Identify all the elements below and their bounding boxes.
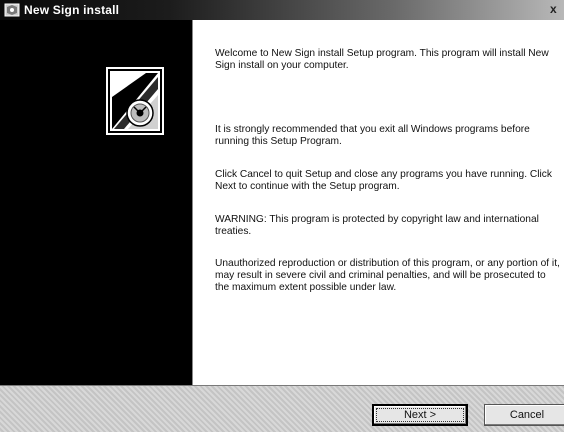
setup-window: New Sign install x Welcome to New Sign i… [0, 0, 564, 432]
title-bar[interactable]: New Sign install x [0, 0, 564, 20]
next-button[interactable]: Next > [372, 404, 468, 426]
warning-text: WARNING: This program is protected by co… [215, 214, 539, 237]
window-title: New Sign install [24, 3, 120, 17]
app-icon [4, 3, 20, 17]
content-pane: Welcome to New Sign install Setup progra… [192, 20, 564, 385]
side-panel [0, 20, 192, 385]
welcome-text: Welcome to New Sign install Setup progra… [215, 48, 549, 71]
exit-programs-text: It is strongly recommended that you exit… [215, 124, 530, 147]
button-bar: Next > Cancel [0, 385, 564, 432]
close-icon[interactable]: x [550, 2, 564, 18]
installer-disc-icon [106, 67, 164, 135]
cancel-button[interactable]: Cancel [484, 404, 564, 426]
legal-notice-text: Unauthorized reproduction or distributio… [215, 258, 560, 293]
cancel-next-instructions-text: Click Cancel to quit Setup and close any… [215, 169, 552, 192]
